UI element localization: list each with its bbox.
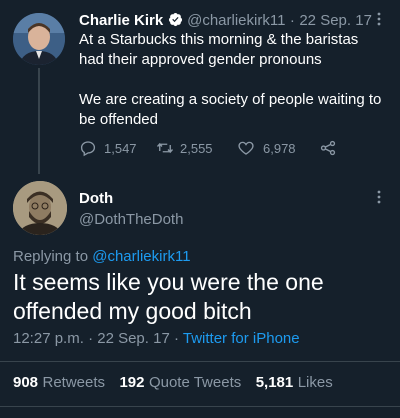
- stats-top-divider: [0, 361, 400, 362]
- retweet-action[interactable]: 2,555: [156, 139, 213, 157]
- tweet-meta-line: 12:27 p.m. · 22 Sep. 17 · Twitter for iP…: [13, 330, 300, 347]
- tweet-date[interactable]: 22 Sep. 17: [97, 330, 170, 347]
- likes-stat-label: Likes: [297, 374, 333, 391]
- retweet-icon: [156, 139, 174, 157]
- replying-to-handle-link[interactable]: @charliekirk11: [92, 248, 190, 265]
- main-tweet-text: It seems like you were the one offended …: [13, 268, 393, 326]
- likes-stat[interactable]: 5,181 Likes: [256, 374, 333, 391]
- parent-tweet-text: At a Starbucks this morning & the barist…: [79, 30, 391, 130]
- parent-header: Charlie Kirk @charliekirk11 · 22 Sep. 17: [79, 12, 372, 30]
- tweet-time[interactable]: 12:27 p.m.: [13, 330, 84, 347]
- quote-tweets-stat-count: 192: [119, 374, 145, 391]
- replying-to-line: Replying to @charliekirk11: [13, 248, 191, 265]
- reply-count: 1,547: [104, 140, 137, 156]
- parent-text-line-3: We are creating a society of people wait…: [79, 91, 382, 108]
- main-more-options-icon[interactable]: [372, 190, 386, 204]
- quote-tweets-stat[interactable]: 192 Quote Tweets: [119, 374, 245, 391]
- heart-icon: [237, 139, 255, 157]
- engagement-stats: 908 Retweets 192 Quote Tweets 5,181 Like…: [13, 374, 333, 392]
- parent-text-line-1: At a Starbucks this morning & the barist…: [79, 31, 359, 48]
- doth-avatar-photo: [13, 181, 67, 235]
- retweet-count: 2,555: [180, 140, 213, 156]
- parent-date[interactable]: 22 Sep. 17: [299, 12, 372, 29]
- doth-author-name[interactable]: Doth: [79, 190, 113, 207]
- parent-handle[interactable]: @charliekirk11: [187, 12, 285, 29]
- retweets-stat[interactable]: 908 Retweets: [13, 374, 109, 391]
- likes-stat-count: 5,181: [255, 374, 294, 391]
- reply-action[interactable]: 1,547: [79, 139, 137, 157]
- replying-to-prefix: Replying to: [13, 248, 89, 265]
- meta-separator-2: ·: [173, 330, 179, 347]
- like-action[interactable]: 6,978: [237, 139, 296, 157]
- thread-connector-line: [38, 68, 40, 174]
- parent-header-separator: ·: [289, 12, 295, 29]
- parent-action-bar: 1,547 2,555 6,978: [79, 139, 379, 159]
- retweets-stat-label: Retweets: [42, 374, 106, 391]
- parent-author-name[interactable]: Charlie Kirk: [79, 12, 163, 29]
- parent-text-line-4: be offended: [79, 111, 158, 128]
- quote-tweets-stat-label: Quote Tweets: [148, 374, 242, 391]
- share-icon[interactable]: [319, 139, 337, 162]
- doth-avatar[interactable]: [13, 181, 67, 235]
- tweet-source-link[interactable]: Twitter for iPhone: [183, 330, 300, 347]
- verified-badge-icon: [168, 12, 183, 27]
- main-text-line-1: It seems like you were the one: [13, 269, 324, 295]
- parent-avatar[interactable]: [13, 13, 65, 65]
- parent-more-options-icon[interactable]: [372, 12, 386, 26]
- like-count: 6,978: [263, 140, 296, 156]
- doth-handle[interactable]: @DothTheDoth: [79, 211, 183, 228]
- main-text-line-2: offended my good bitch: [13, 298, 252, 324]
- stats-bottom-divider: [0, 406, 400, 407]
- meta-separator-1: ·: [88, 330, 94, 347]
- reply-icon: [79, 139, 97, 157]
- retweets-stat-count: 908: [13, 374, 39, 391]
- parent-avatar-photo: [13, 13, 65, 65]
- parent-text-line-2: had their approved gender pronouns: [79, 51, 322, 68]
